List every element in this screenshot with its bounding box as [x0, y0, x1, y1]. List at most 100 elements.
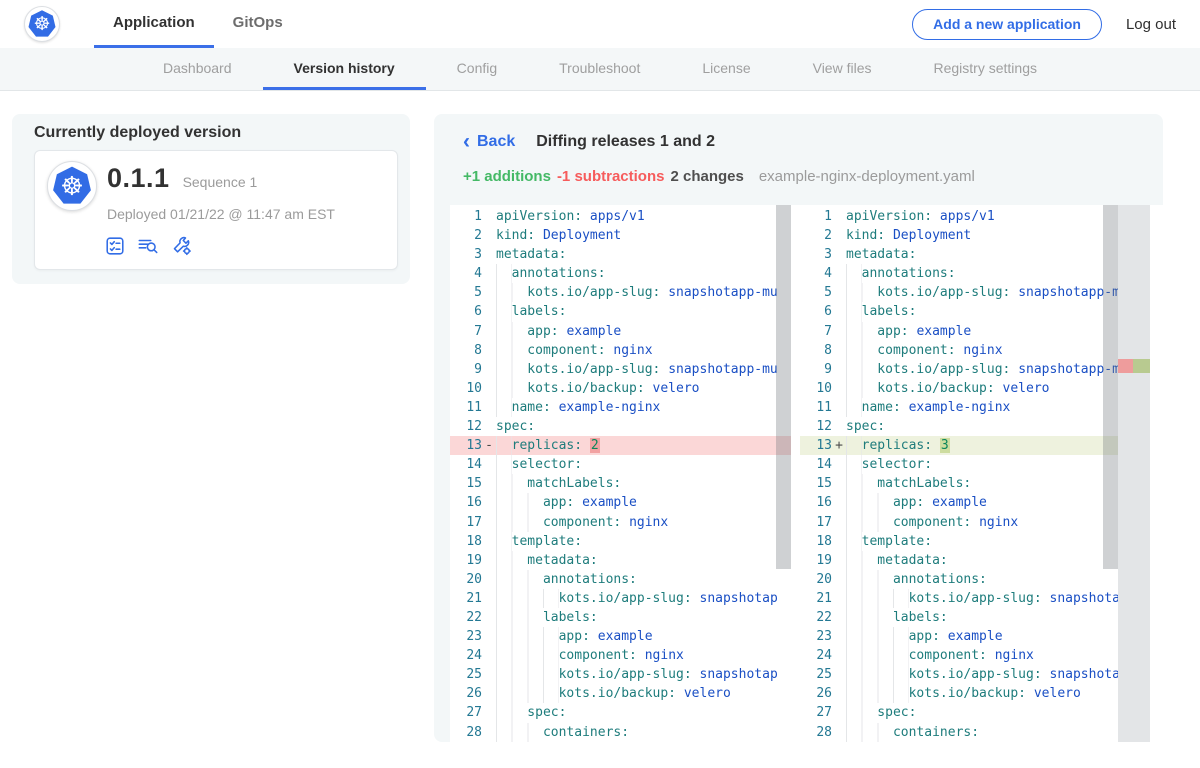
diff-line-3: 3metadata:: [800, 245, 1118, 264]
kubernetes-helm-icon: ☸: [27, 9, 57, 39]
diff-line-18: 18template:: [450, 532, 791, 551]
release-notes-icon[interactable]: [104, 235, 126, 257]
overview-marker-added: [1133, 359, 1150, 373]
diff-line-21: 21kots.io/app-slug: snapshotap: [800, 589, 1118, 608]
deploy-logs-icon[interactable]: [136, 235, 160, 257]
diff-line-11: 11name: example-nginx: [800, 398, 1118, 417]
version-number: 0.1.1: [107, 163, 170, 194]
diff-line-18: 18template:: [800, 532, 1118, 551]
diff-line-24: 24component: nginx: [450, 646, 791, 665]
logout-link[interactable]: Log out: [1126, 16, 1176, 33]
top-nav: ☸ Application GitOps Add a new applicati…: [0, 0, 1200, 48]
config-icon[interactable]: [170, 235, 194, 257]
app-logo: ☸: [47, 161, 97, 211]
scrollbar-thumb-left[interactable]: [776, 205, 791, 569]
diff-line-22: 22labels:: [450, 608, 791, 627]
diff-card: ‹ Back Diffing releases 1 and 2 +1 addit…: [434, 114, 1163, 742]
main-content: Currently deployed version ☸ 0.1.1 Seque…: [0, 91, 1200, 765]
diff-line-28: 28containers:: [800, 723, 1118, 742]
diff-line-17: 17component: nginx: [450, 513, 791, 532]
subtab-config[interactable]: Config: [426, 48, 528, 90]
diff-line-11: 11name: example-nginx: [450, 398, 791, 417]
diff-line-7: 7app: example: [800, 322, 1118, 341]
diff-line-4: 4annotations:: [800, 264, 1118, 283]
diff-line-20: 20annotations:: [800, 570, 1118, 589]
diff-line-12: 12spec:: [450, 417, 791, 436]
diff-line-24: 24component: nginx: [800, 646, 1118, 665]
sub-nav: Dashboard Version history Config Trouble…: [0, 48, 1200, 91]
deployed-version-tile: ☸ 0.1.1 Sequence 1 Deployed 01/21/22 @ 1…: [34, 150, 398, 270]
tab-gitops[interactable]: GitOps: [214, 0, 302, 48]
diff-line-8: 8component: nginx: [800, 341, 1118, 360]
diff-editor: 1apiVersion: apps/v12kind: Deployment3me…: [450, 205, 1163, 742]
diff-line-27: 27spec:: [450, 703, 791, 722]
sequence-label: Sequence 1: [183, 174, 258, 190]
scrollbar-thumb-right[interactable]: [1103, 205, 1118, 569]
diff-title: Diffing releases 1 and 2: [536, 133, 715, 151]
version-action-icons: [104, 235, 194, 257]
deployed-timestamp: Deployed 01/21/22 @ 11:47 am EST: [107, 206, 335, 222]
diff-line-14: 14selector:: [800, 455, 1118, 474]
diff-line-6: 6labels:: [800, 302, 1118, 321]
kubernetes-logo: ☸: [24, 6, 60, 42]
diff-line-25: 25kots.io/app-slug: snapshotap: [800, 665, 1118, 684]
add-application-button[interactable]: Add a new application: [912, 9, 1102, 40]
diff-line-2: 2kind: Deployment: [450, 226, 791, 245]
diff-line-20: 20annotations:: [450, 570, 791, 589]
currently-deployed-card: Currently deployed version ☸ 0.1.1 Seque…: [12, 114, 410, 284]
diff-stats: +1 additions -1 subtractions 2 changes e…: [463, 168, 975, 185]
diff-line-10: 10kots.io/backup: velero: [800, 379, 1118, 398]
diff-line-26: 26kots.io/backup: velero: [450, 684, 791, 703]
diff-line-4: 4annotations:: [450, 264, 791, 283]
overview-marker-removed: [1118, 359, 1133, 373]
additions-count: +1 additions: [463, 168, 551, 185]
subtab-version-history[interactable]: Version history: [263, 48, 426, 90]
diff-line-14: 14selector:: [450, 455, 791, 474]
diff-line-3: 3metadata:: [450, 245, 791, 264]
diff-line-6: 6labels:: [450, 302, 791, 321]
diff-line-8: 8component: nginx: [450, 341, 791, 360]
diff-line-13: 13+replicas: 3: [800, 436, 1118, 455]
changes-count: 2 changes: [670, 168, 743, 185]
subtab-troubleshoot[interactable]: Troubleshoot: [528, 48, 671, 90]
diff-filename: example-nginx-deployment.yaml: [759, 168, 975, 185]
diff-line-13: 13-replicas: 2: [450, 436, 791, 455]
diff-line-25: 25kots.io/app-slug: snapshotap: [450, 665, 791, 684]
diff-line-15: 15matchLabels:: [800, 474, 1118, 493]
diff-line-1: 1apiVersion: apps/v1: [450, 207, 791, 226]
diff-pane-original[interactable]: 1apiVersion: apps/v12kind: Deployment3me…: [450, 207, 791, 742]
diff-line-19: 19metadata:: [450, 551, 791, 570]
kubernetes-helm-icon: ☸: [51, 165, 93, 207]
subtab-dashboard[interactable]: Dashboard: [132, 48, 263, 90]
diff-line-7: 7app: example: [450, 322, 791, 341]
diff-line-27: 27spec:: [800, 703, 1118, 722]
diff-line-5: 5kots.io/app-slug: snapshotapp-mu: [450, 283, 791, 302]
diff-line-28: 28containers:: [450, 723, 791, 742]
tab-application[interactable]: Application: [94, 0, 214, 48]
diff-line-15: 15matchLabels:: [450, 474, 791, 493]
diff-line-16: 16app: example: [800, 493, 1118, 512]
chevron-left-icon: ‹: [463, 134, 470, 150]
diff-line-12: 12spec:: [800, 417, 1118, 436]
diff-line-10: 10kots.io/backup: velero: [450, 379, 791, 398]
back-button[interactable]: ‹ Back: [463, 133, 515, 151]
deployed-card-title: Currently deployed version: [34, 124, 241, 142]
diff-line-9: 9kots.io/app-slug: snapshotapp-mu: [450, 360, 791, 379]
diff-pane-modified[interactable]: 1apiVersion: apps/v12kind: Deployment3me…: [800, 207, 1118, 742]
subtractions-count: -1 subtractions: [557, 168, 665, 185]
diff-line-16: 16app: example: [450, 493, 791, 512]
diff-line-26: 26kots.io/backup: velero: [800, 684, 1118, 703]
diff-line-19: 19metadata:: [800, 551, 1118, 570]
diff-line-23: 23app: example: [800, 627, 1118, 646]
diff-line-17: 17component: nginx: [800, 513, 1118, 532]
diff-line-1: 1apiVersion: apps/v1: [800, 207, 1118, 226]
diff-line-5: 5kots.io/app-slug: snapshotapp-mu: [800, 283, 1118, 302]
diff-line-9: 9kots.io/app-slug: snapshotapp-mu: [800, 360, 1118, 379]
diff-line-2: 2kind: Deployment: [800, 226, 1118, 245]
diff-overview-ruler[interactable]: [1118, 205, 1150, 742]
subtab-view-files[interactable]: View files: [782, 48, 903, 90]
subtab-registry-settings[interactable]: Registry settings: [903, 48, 1068, 90]
subtab-license[interactable]: License: [671, 48, 781, 90]
top-tabs: Application GitOps: [94, 0, 302, 48]
diff-line-22: 22labels:: [800, 608, 1118, 627]
